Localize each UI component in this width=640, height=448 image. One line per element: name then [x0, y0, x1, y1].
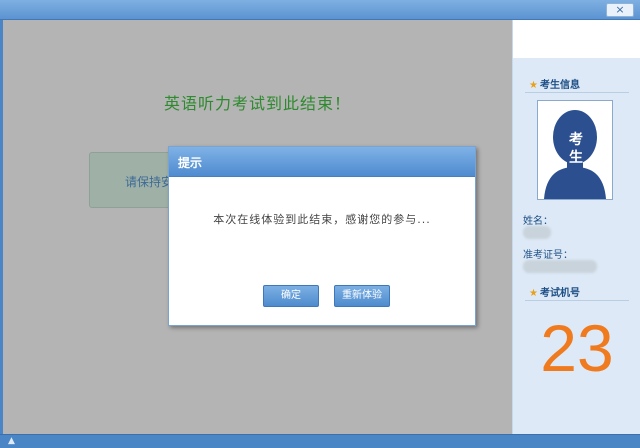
dialog-message: 本次在线体验到此结束，感谢您的参与...	[213, 213, 431, 226]
modal-overlay: 提示 本次在线体验到此结束，感谢您的参与... 确定 重新体验	[0, 0, 640, 448]
confirm-button[interactable]: 确定	[263, 285, 319, 307]
dialog-header: 提示	[169, 147, 475, 177]
retry-button[interactable]: 重新体验	[334, 285, 390, 307]
status-icon: ▲	[8, 436, 15, 446]
prompt-dialog: 提示 本次在线体验到此结束，感谢您的参与... 确定 重新体验	[168, 146, 476, 326]
dialog-title: 提示	[178, 156, 203, 170]
status-bar: ▲	[0, 434, 640, 448]
